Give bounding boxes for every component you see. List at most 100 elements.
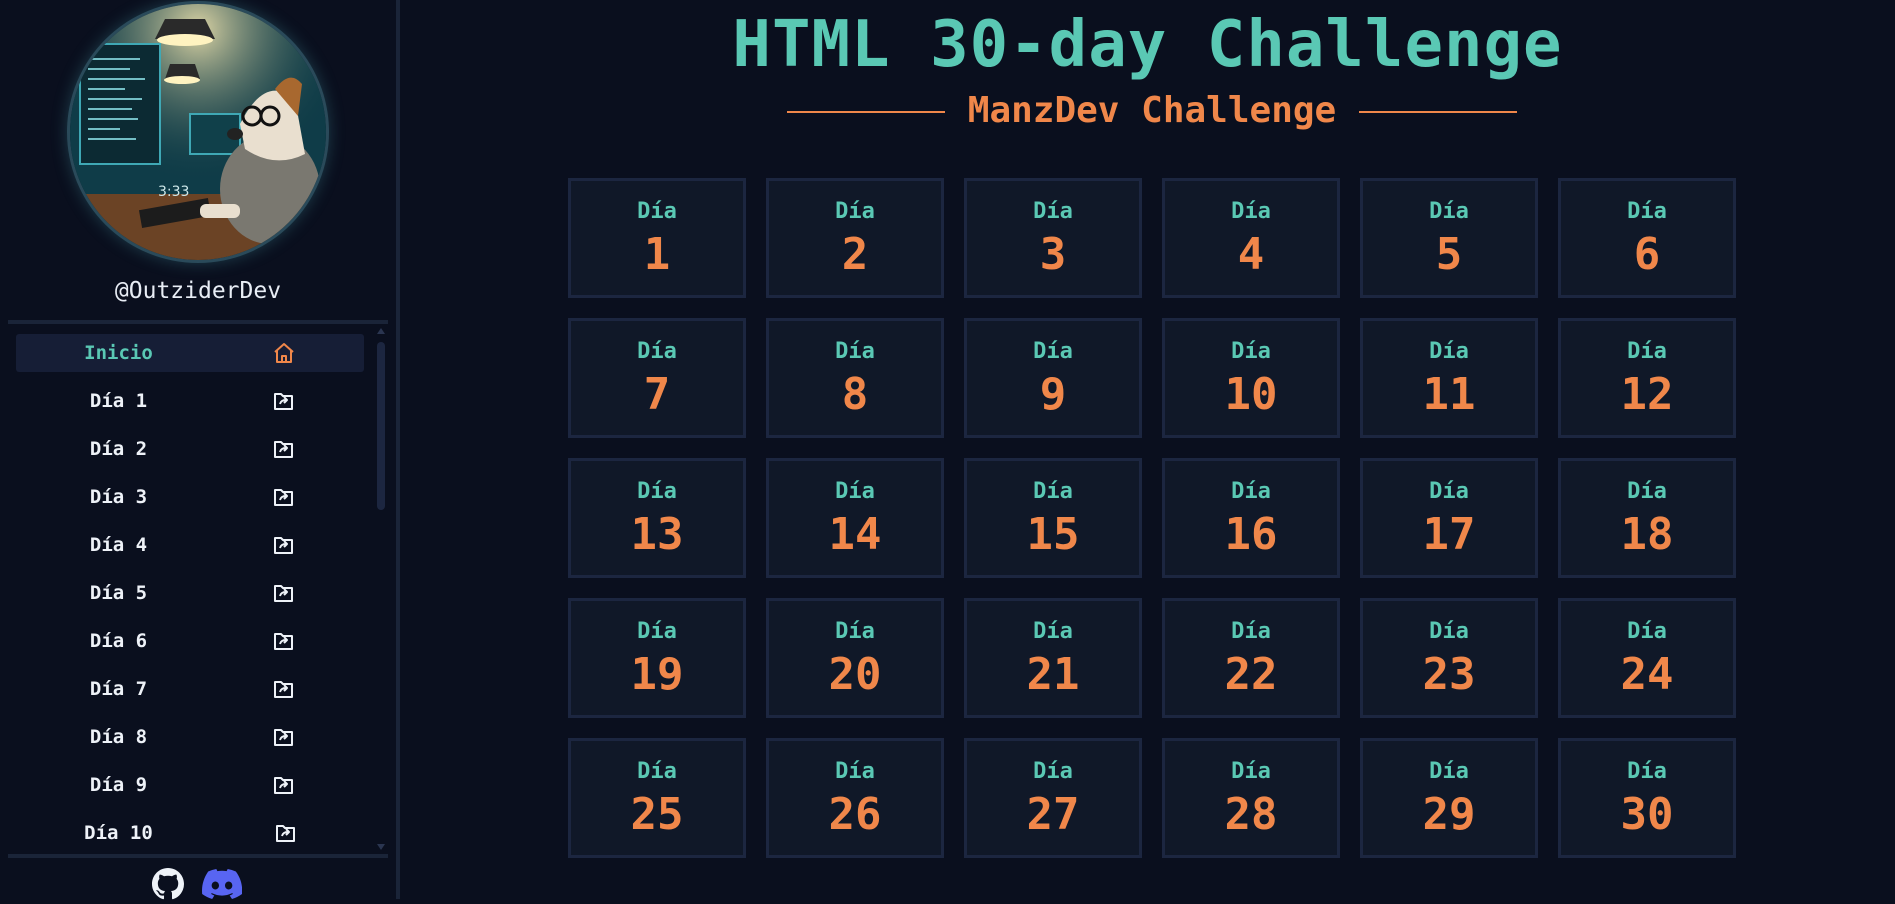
- sidebar-scrollbar[interactable]: [376, 328, 386, 850]
- sidebar-item-dia-7[interactable]: Día 7: [16, 670, 364, 708]
- day-card-label: Día: [1627, 479, 1667, 504]
- day-card-number: 18: [1620, 509, 1674, 560]
- day-card-18[interactable]: Día 18: [1558, 458, 1736, 578]
- day-card-16[interactable]: Día 16: [1162, 458, 1340, 578]
- folder-arrow-icon: [272, 582, 296, 604]
- svg-text:3:33: 3:33: [158, 184, 189, 200]
- folder-arrow-icon: [272, 774, 296, 796]
- day-card-number: 9: [1039, 369, 1067, 420]
- scroll-down-arrow[interactable]: [377, 844, 385, 850]
- day-card-number: 26: [828, 789, 882, 840]
- day-card-5[interactable]: Día 5: [1360, 178, 1538, 298]
- day-card-29[interactable]: Día 29: [1360, 738, 1538, 858]
- sidebar-item-dia-9[interactable]: Día 9: [16, 766, 364, 804]
- day-card-9[interactable]: Día 9: [964, 318, 1142, 438]
- sidebar-item-label: Día 2: [89, 438, 148, 460]
- folder-arrow-icon: [274, 822, 298, 844]
- day-card-label: Día: [1429, 479, 1469, 504]
- day-card-1[interactable]: Día 1: [568, 178, 746, 298]
- day-card-8[interactable]: Día 8: [766, 318, 944, 438]
- sidebar-item-label: Día 8: [89, 726, 148, 748]
- day-card-13[interactable]: Día 13: [568, 458, 746, 578]
- day-card-19[interactable]: Día 19: [568, 598, 746, 718]
- folder-arrow-icon: [272, 678, 296, 700]
- day-card-label: Día: [637, 339, 677, 364]
- day-card-number: 21: [1026, 649, 1080, 700]
- day-card-number: 23: [1422, 649, 1476, 700]
- day-card-number: 29: [1422, 789, 1476, 840]
- day-card-3[interactable]: Día 3: [964, 178, 1142, 298]
- day-card-28[interactable]: Día 28: [1162, 738, 1340, 858]
- folder-arrow-icon: [272, 486, 296, 508]
- day-card-label: Día: [1429, 339, 1469, 364]
- sidebar: 3:33 @OutziderDev Inicio Día 1 Día 2 Día…: [0, 0, 400, 900]
- day-card-label: Día: [637, 199, 677, 224]
- day-card-number: 30: [1620, 789, 1674, 840]
- sidebar-item-dia-10[interactable]: Día 10: [16, 814, 364, 850]
- day-card-15[interactable]: Día 15: [964, 458, 1142, 578]
- day-card-label: Día: [1033, 479, 1073, 504]
- day-card-24[interactable]: Día 24: [1558, 598, 1736, 718]
- username: @OutziderDev: [114, 278, 282, 304]
- day-card-17[interactable]: Día 17: [1360, 458, 1538, 578]
- folder-arrow-icon: [272, 438, 296, 460]
- github-icon: [152, 868, 184, 904]
- day-card-number: 16: [1224, 509, 1278, 560]
- day-card-number: 27: [1026, 789, 1080, 840]
- sidebar-item-dia-1[interactable]: Día 1: [16, 382, 364, 420]
- day-card-12[interactable]: Día 12: [1558, 318, 1736, 438]
- day-card-number: 20: [828, 649, 882, 700]
- day-card-label: Día: [1627, 759, 1667, 784]
- sidebar-item-label: Día 7: [89, 678, 148, 700]
- folder-arrow-icon: [272, 390, 296, 412]
- day-card-number: 2: [841, 229, 869, 280]
- sidebar-item-dia-3[interactable]: Día 3: [16, 478, 364, 516]
- day-card-label: Día: [835, 199, 875, 224]
- day-card-number: 25: [630, 789, 684, 840]
- day-card-number: 13: [630, 509, 684, 560]
- day-card-label: Día: [637, 759, 677, 784]
- sidebar-item-dia-5[interactable]: Día 5: [16, 574, 364, 612]
- sidebar-item-inicio[interactable]: Inicio: [16, 334, 364, 372]
- subtitle-divider-right: [1359, 111, 1517, 113]
- sidebar-item-label: Día 10: [84, 822, 153, 844]
- sidebar-item-dia-4[interactable]: Día 4: [16, 526, 364, 564]
- day-card-number: 15: [1026, 509, 1080, 560]
- day-card-number: 17: [1422, 509, 1476, 560]
- scroll-up-arrow[interactable]: [377, 328, 385, 334]
- day-card-7[interactable]: Día 7: [568, 318, 746, 438]
- day-card-label: Día: [1231, 479, 1271, 504]
- day-card-label: Día: [1231, 759, 1271, 784]
- day-card-10[interactable]: Día 10: [1162, 318, 1340, 438]
- day-card-2[interactable]: Día 2: [766, 178, 944, 298]
- day-card-14[interactable]: Día 14: [766, 458, 944, 578]
- sidebar-divider: [8, 854, 388, 858]
- day-card-label: Día: [835, 479, 875, 504]
- day-card-21[interactable]: Día 21: [964, 598, 1142, 718]
- page-title: HTML 30-day Challenge: [732, 8, 1563, 82]
- sidebar-item-dia-6[interactable]: Día 6: [16, 622, 364, 660]
- scrollbar-thumb[interactable]: [377, 342, 385, 510]
- day-card-label: Día: [835, 619, 875, 644]
- day-card-20[interactable]: Día 20: [766, 598, 944, 718]
- sidebar-item-label: Día 5: [89, 582, 148, 604]
- day-card-label: Día: [1429, 619, 1469, 644]
- day-card-4[interactable]: Día 4: [1162, 178, 1340, 298]
- day-card-30[interactable]: Día 30: [1558, 738, 1736, 858]
- sidebar-item-label: Día 6: [89, 630, 148, 652]
- day-card-25[interactable]: Día 25: [568, 738, 746, 858]
- day-card-27[interactable]: Día 27: [964, 738, 1142, 858]
- day-card-26[interactable]: Día 26: [766, 738, 944, 858]
- day-card-6[interactable]: Día 6: [1558, 178, 1736, 298]
- sidebar-item-dia-8[interactable]: Día 8: [16, 718, 364, 756]
- day-card-23[interactable]: Día 23: [1360, 598, 1538, 718]
- day-card-22[interactable]: Día 22: [1162, 598, 1340, 718]
- sidebar-item-dia-2[interactable]: Día 2: [16, 430, 364, 468]
- day-card-number: 4: [1237, 229, 1265, 280]
- day-card-11[interactable]: Día 11: [1360, 318, 1538, 438]
- day-card-number: 5: [1435, 229, 1463, 280]
- day-card-number: 6: [1633, 229, 1661, 280]
- folder-arrow-icon: [272, 534, 296, 556]
- sidebar-divider: [8, 320, 388, 324]
- day-card-label: Día: [1429, 199, 1469, 224]
